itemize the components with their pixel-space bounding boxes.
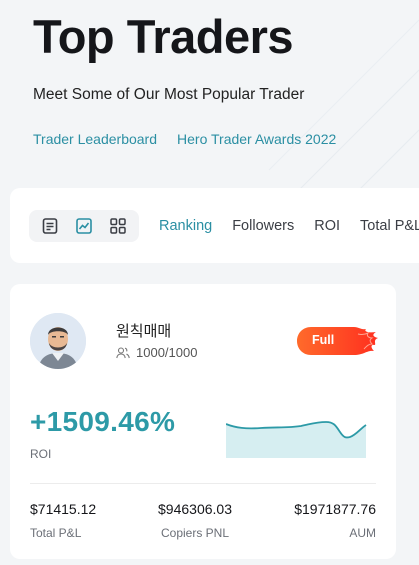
- list-view-button[interactable]: [35, 214, 65, 238]
- page-title: Top Traders: [33, 10, 294, 63]
- stat-value: $71415.12: [30, 501, 97, 517]
- followers-count: 1000/1000: [116, 345, 197, 360]
- grid-view-button[interactable]: [103, 214, 133, 238]
- sort-tabs: Ranking Followers ROI Total P&L: [159, 218, 419, 234]
- stat-aum: $1971877.76 AUM: [294, 501, 376, 540]
- stat-label: Copiers PNL: [160, 526, 230, 540]
- list-view-icon: [42, 217, 58, 234]
- tab-total-pnl[interactable]: Total P&L: [360, 218, 419, 234]
- hero-trader-awards-link[interactable]: Hero Trader Awards 2022: [177, 131, 336, 147]
- roi-sparkline: [226, 421, 367, 458]
- view-switcher: [29, 209, 139, 242]
- card-divider: [30, 483, 376, 484]
- roi-label: ROI: [30, 447, 52, 461]
- tab-followers[interactable]: Followers: [232, 218, 294, 234]
- filter-toolbar: Ranking Followers ROI Total P&L: [10, 188, 419, 263]
- grid-view-icon: [110, 217, 126, 234]
- trader-name[interactable]: 원칙매매: [116, 320, 171, 341]
- badge-label: Full: [312, 333, 335, 347]
- stat-value: $1971877.76: [294, 501, 376, 517]
- chart-view-icon: [76, 217, 92, 234]
- users-icon: [116, 346, 130, 358]
- flame-badge-icon: [297, 327, 378, 355]
- hero-links: Trader Leaderboard Hero Trader Awards 20…: [33, 131, 419, 147]
- avatar-image: [30, 313, 86, 369]
- stat-label: AUM: [349, 526, 376, 540]
- stat-copiers-pnl: $946306.03 Copiers PNL: [156, 501, 234, 540]
- tab-ranking[interactable]: Ranking: [159, 218, 212, 234]
- trader-leaderboard-link[interactable]: Trader Leaderboard: [33, 131, 157, 147]
- followers-value: 1000/1000: [136, 345, 198, 360]
- chart-view-button[interactable]: [69, 214, 99, 238]
- stat-label: Total P&L: [30, 526, 82, 540]
- trader-card[interactable]: 원칙매매 1000/1000 Full +1509.46% ROI $71415…: [10, 284, 396, 559]
- tab-roi[interactable]: ROI: [314, 218, 340, 234]
- hero-section: Top Traders Meet Some of Our Most Popula…: [33, 0, 419, 147]
- roi-value: +1509.46%: [30, 406, 176, 437]
- status-badge: Full: [296, 326, 378, 356]
- avatar[interactable]: [30, 313, 86, 369]
- stat-value: $946306.03: [158, 501, 232, 517]
- stat-total-pnl: $71415.12 Total P&L: [30, 501, 96, 540]
- page-subtitle: Meet Some of Our Most Popular Trader: [33, 86, 305, 103]
